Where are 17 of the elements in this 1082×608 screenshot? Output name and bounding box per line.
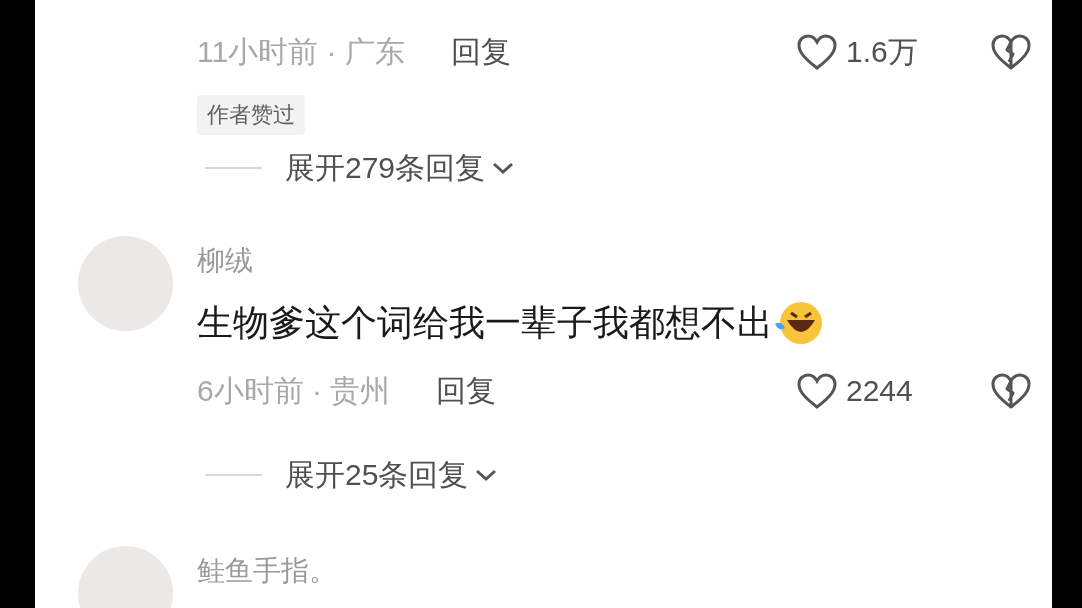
like-count: 2244 [846,374,914,408]
heart-icon[interactable] [796,33,838,71]
chevron-down-icon[interactable] [491,160,516,176]
broken-heart-icon[interactable] [990,33,1032,71]
heart-icon[interactable] [796,372,838,410]
reply-link[interactable]: 回复 [450,31,511,73]
chevron-down-icon[interactable] [474,467,499,483]
reply-link[interactable]: 回复 [436,370,497,412]
time-location: 6小时前 · 贵州 [197,372,391,409]
laughing-emoji-icon [773,300,825,346]
expand-replies-link[interactable]: 展开279条回复 [285,147,486,189]
author-liked-tag: 作者赞过 [197,95,305,135]
broken-heart-icon[interactable] [990,372,1032,410]
comment-text: 生物爹这个词给我一辈子我都想不出 [197,301,773,345]
like-count: 1.6万 [846,33,919,70]
time-location: 11小时前 · 广东 [197,33,405,70]
expand-replies-link[interactable]: 展开25条回复 [285,454,469,496]
